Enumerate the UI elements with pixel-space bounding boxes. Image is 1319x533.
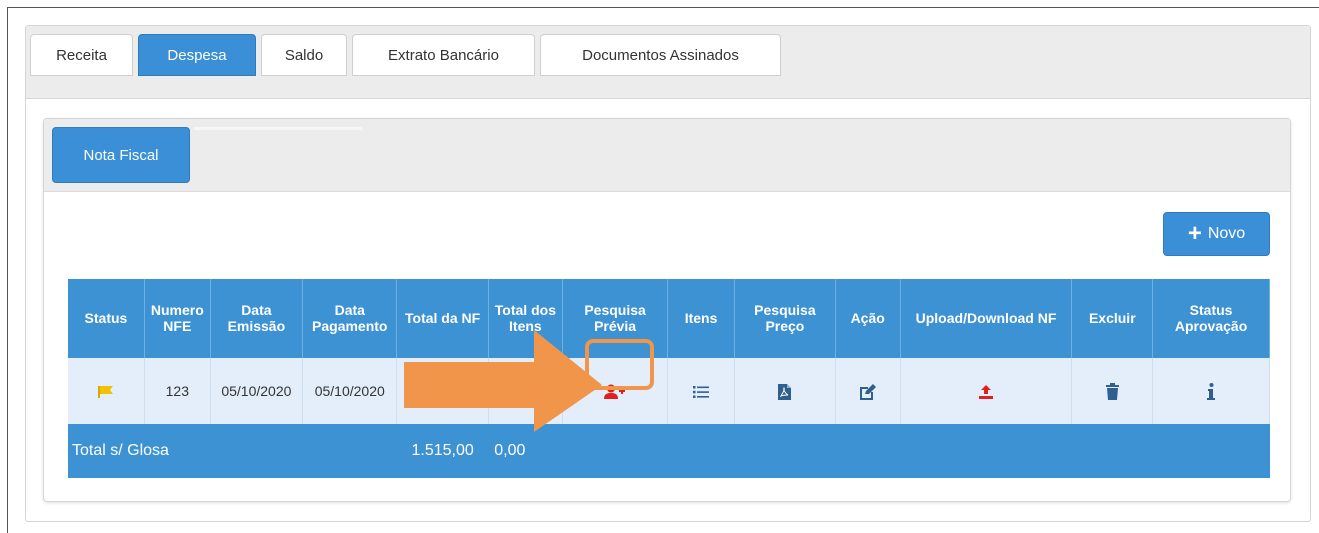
total-label: Total s/ Glosa <box>68 424 397 478</box>
pdf-file-icon[interactable] <box>778 382 792 400</box>
novo-button-label: Novo <box>1207 225 1246 242</box>
total-nf-value: 1.515,00 <box>396 424 489 478</box>
header-status-aprovacao[interactable]: Status Aprovação <box>1152 279 1270 358</box>
data-pagamento-cell: 05/10/2020 <box>302 358 398 424</box>
tab-documentos-assinados[interactable]: Documentos Assinados <box>540 34 781 76</box>
info-icon[interactable] <box>1207 382 1216 400</box>
tab-bar: Receita Despesa Saldo Extrato Bancário D… <box>26 26 1310 99</box>
header-data-emissao[interactable]: Data Emissão <box>210 279 304 358</box>
total-itens-value: 0,00 <box>488 424 563 478</box>
header-numero-nfe[interactable]: Numero NFE <box>144 279 211 358</box>
status-aprovacao-cell[interactable] <box>1152 358 1270 424</box>
data-emissao-cell: 05/10/2020 <box>210 358 304 424</box>
tab-extrato-bancario[interactable]: Extrato Bancário <box>352 34 535 76</box>
tab-despesa[interactable]: Despesa <box>138 34 256 76</box>
header-acao[interactable]: Ação <box>835 279 901 358</box>
header-pesquisa-preco[interactable]: Pesquisa Preço <box>734 279 836 358</box>
upload-icon[interactable] <box>979 383 994 400</box>
edit-icon[interactable] <box>859 382 877 400</box>
nota-fiscal-table: Status Numero NFE Data Emissão Data Paga… <box>68 279 1270 478</box>
upload-download-cell[interactable] <box>900 358 1073 424</box>
header-status[interactable]: Status <box>68 279 145 358</box>
list-icon[interactable] <box>693 383 710 399</box>
itens-cell[interactable] <box>667 358 735 424</box>
flag-icon <box>97 383 114 399</box>
header-upload-download[interactable]: Upload/Download NF <box>900 279 1073 358</box>
tab-receita[interactable]: Receita <box>30 34 133 76</box>
table-row: 123 05/10/2020 05/10/2020 <box>68 358 1270 424</box>
tab-saldo[interactable]: Saldo <box>261 34 347 76</box>
excluir-cell[interactable] <box>1071 358 1154 424</box>
subtab-divider <box>194 127 362 130</box>
tab-nota-fiscal[interactable]: Nota Fiscal <box>52 127 190 183</box>
nota-fiscal-panel: Nota Fiscal + Novo Status Numero NFE Dat… <box>43 118 1291 502</box>
total-row-filler <box>562 424 1270 478</box>
annotation-highlight-box <box>585 339 654 390</box>
main-panel: Receita Despesa Saldo Extrato Bancário D… <box>25 25 1311 522</box>
status-cell <box>68 358 145 424</box>
novo-button[interactable]: + Novo <box>1163 212 1270 256</box>
header-excluir[interactable]: Excluir <box>1071 279 1154 358</box>
total-row: Total s/ Glosa 1.515,00 0,00 <box>68 424 1270 478</box>
plus-icon: + <box>1187 220 1202 247</box>
annotation-arrow-icon <box>404 330 602 432</box>
trash-icon[interactable] <box>1105 382 1119 400</box>
subtab-bar: Nota Fiscal <box>44 119 1290 192</box>
table-header-row: Status Numero NFE Data Emissão Data Paga… <box>68 279 1270 358</box>
pesquisa-preco-cell[interactable] <box>734 358 836 424</box>
header-itens[interactable]: Itens <box>667 279 735 358</box>
acao-cell[interactable] <box>835 358 901 424</box>
numero-nfe-cell: 123 <box>144 358 211 424</box>
header-data-pagamento[interactable]: Data Pagamento <box>302 279 398 358</box>
